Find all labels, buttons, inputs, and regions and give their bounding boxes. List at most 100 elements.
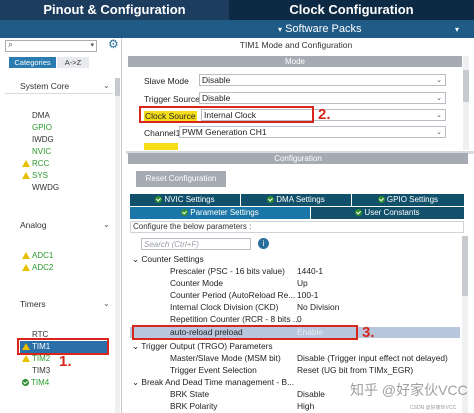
tab-gpio-settings[interactable]: GPIO Settings (352, 194, 464, 206)
param-name: Prescaler (PSC - 16 bits value) (170, 266, 285, 276)
trigger-source-select[interactable]: Disable ⌄ (199, 92, 446, 104)
configuration-header: Configuration (128, 153, 468, 164)
annotation-number-1: 1. (59, 353, 72, 370)
annotation-number-3: 3. (362, 324, 375, 341)
left-scrollbar-thumb[interactable] (115, 78, 120, 96)
az-tab[interactable]: A->Z (57, 57, 89, 68)
param-value: Reset (UG bit from TIMx_EGR) (297, 365, 414, 375)
group-label-text: Break And Dead Time management - B... (141, 377, 295, 387)
timers-category[interactable]: Timers ⌄ (5, 298, 113, 312)
sidebar-item-tim3[interactable]: TIM3 (32, 366, 50, 375)
sidebar-item-rcc[interactable]: RCC (22, 159, 49, 168)
param-row-counter-period[interactable]: Counter Period (AutoReload Re... 100-1 (130, 290, 460, 301)
chevron-down-icon: ▾ (278, 25, 283, 34)
param-value: Disable (Trigger input effect not delaye… (297, 353, 448, 363)
chevron-down-icon: ⌄ (436, 129, 442, 136)
left-search-input[interactable]: ⌕ ▾ (5, 39, 97, 52)
chevron-down-icon: ⌄ (132, 341, 140, 351)
tab-label: Parameter Settings (190, 208, 259, 217)
channel1-label: Channel1 (144, 128, 181, 138)
param-value: Up (297, 278, 308, 288)
tab-nvic-settings[interactable]: NVIC Settings (130, 194, 240, 206)
tab-clock-configuration[interactable]: Clock Configuration (229, 0, 474, 20)
group-label: ⌄ Counter Settings (132, 254, 204, 265)
annotation-box-3 (132, 325, 358, 340)
sidebar-item-wwdg[interactable]: WWDG (32, 183, 59, 192)
tab-pinout-configuration[interactable]: Pinout & Configuration (0, 0, 229, 20)
sidebar-item-label: TIM2 (32, 354, 51, 363)
channel2-partial (144, 143, 178, 150)
tab-label: DMA Settings (276, 195, 325, 204)
sidebar-item-dma[interactable]: DMA (32, 111, 50, 120)
sidebar-item-adc1[interactable]: ADC1 (22, 251, 53, 260)
chevron-down-icon: ⌄ (103, 220, 110, 229)
param-row-repetition-counter[interactable]: Repetition Counter (RCR - 8 bits ... 0 (130, 314, 460, 325)
categories-tab[interactable]: Categories (9, 57, 56, 68)
param-row-master-slave[interactable]: Master/Slave Mode (MSM bit) Disable (Trig… (130, 353, 460, 364)
tab-user-constants[interactable]: User Constants (311, 207, 464, 219)
warning-icon (22, 264, 30, 272)
tab-label: GPIO Settings (386, 195, 439, 204)
warning-icon (22, 172, 30, 180)
tab-label: User Constants (364, 208, 420, 217)
analog-category[interactable]: Analog ⌄ (5, 219, 113, 233)
info-icon[interactable]: i (258, 238, 269, 249)
chevron-down-icon: ⌄ (436, 112, 442, 119)
counter-settings-group[interactable]: ⌄ Counter Settings (130, 254, 460, 265)
param-row-clock-division[interactable]: Internal Clock Division (CKD) No Division (130, 302, 460, 313)
chevron-down-icon: ⌄ (103, 81, 110, 90)
chevron-down-icon: ▾ (455, 25, 460, 34)
check-icon (22, 379, 29, 387)
tab-label: NVIC Settings (164, 195, 215, 204)
category-label: System Core (20, 81, 70, 91)
search-placeholder: Search (Ctrl+F) (144, 240, 199, 249)
param-value: No Division (297, 302, 340, 312)
mode-scrollbar-thumb[interactable] (463, 70, 469, 102)
reset-configuration-button[interactable]: Reset Configuration (136, 171, 226, 187)
trigger-source-label: Trigger Source (144, 94, 200, 104)
system-core-category[interactable]: System Core ⌄ (5, 78, 113, 94)
slave-mode-select[interactable]: Disable ⌄ (199, 74, 446, 86)
annotation-number-2: 2. (318, 106, 331, 123)
chevron-down-icon: ⌄ (436, 77, 442, 84)
subtab-pinout[interactable]: ▾ (455, 20, 459, 38)
check-icon (355, 209, 363, 217)
sidebar-item-gpio[interactable]: GPIO (32, 123, 52, 132)
sidebar-item-nvic[interactable]: NVIC (32, 147, 51, 156)
left-scrollbar-track[interactable] (115, 78, 120, 413)
param-name: Internal Clock Division (CKD) (170, 302, 279, 312)
check-icon (267, 196, 275, 204)
group-label-text: Counter Settings (141, 254, 204, 264)
sidebar-item-adc2[interactable]: ADC2 (22, 263, 53, 272)
parameter-search-input[interactable]: Search (Ctrl+F) (141, 238, 251, 250)
check-icon (155, 196, 163, 204)
chevron-down-icon: ▾ (90, 42, 94, 49)
tab-dma-settings[interactable]: DMA Settings (241, 194, 351, 206)
sidebar-item-tim4[interactable]: TIM4 (22, 378, 49, 387)
software-packs-label: Software Packs (285, 23, 362, 35)
channel1-select[interactable]: PWM Generation CH1 ⌄ (179, 126, 446, 138)
configure-text: Configure the below parameters : (130, 221, 464, 233)
param-name: Repetition Counter (RCR - 8 bits ... (170, 314, 300, 324)
tab-parameter-settings[interactable]: Parameter Settings (130, 207, 310, 219)
sidebar-item-sys[interactable]: SYS (22, 171, 48, 180)
subtab-software-packs[interactable]: ▾ Software Packs (278, 20, 362, 38)
warning-icon (22, 160, 30, 168)
param-name: Trigger Event Selection (170, 365, 257, 375)
chevron-down-icon: ⌄ (132, 254, 140, 264)
sidebar-item-iwdg[interactable]: IWDG (32, 135, 54, 144)
param-row-prescaler[interactable]: Prescaler (PSC - 16 bits value) 1440-1 (130, 266, 460, 277)
sidebar-item-tim2[interactable]: TIM2 (22, 354, 50, 363)
chevron-down-icon: ⌄ (436, 95, 442, 102)
gear-icon[interactable]: ⚙ (108, 37, 119, 51)
param-name: Counter Mode (170, 278, 224, 288)
stm32cubemx-window: { "tabs":{"pinout":"Pinout & Configurati… (0, 0, 474, 413)
chevron-down-icon: ⌄ (132, 377, 140, 387)
param-name: BRK State (170, 389, 210, 399)
param-row-trigger-event[interactable]: Trigger Event Selection Reset (UG bit fro… (130, 365, 460, 376)
annotation-box-2 (139, 106, 314, 123)
param-row-counter-mode[interactable]: Counter Mode Up (130, 278, 460, 289)
sidebar-item-label: ADC1 (32, 251, 54, 260)
config-scrollbar-thumb[interactable] (462, 236, 468, 296)
trigger-output-group[interactable]: ⌄ Trigger Output (TRGO) Parameters (130, 341, 460, 352)
